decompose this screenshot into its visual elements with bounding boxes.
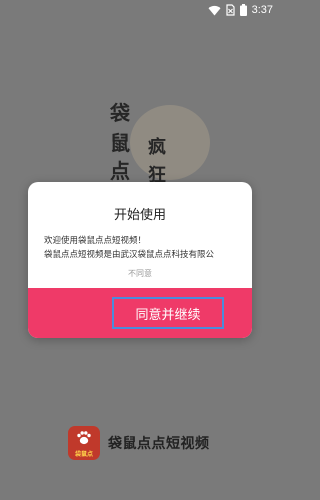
app-logo-text: 袋鼠点 — [74, 451, 93, 458]
splash-art: 袋 鼠 点 疯 狂 — [100, 95, 240, 195]
agree-continue-label: 同意并继续 — [135, 307, 201, 323]
dialog-body: 欢迎使用袋鼠点点短视频！ 袋鼠点点短视频是由武汉袋鼠点点科技有限公 — [44, 234, 244, 262]
splash-char: 点 — [110, 159, 130, 183]
status-time: 3:37 — [251, 4, 273, 16]
wifi-icon — [208, 5, 221, 16]
decline-button[interactable]: 不同意 — [28, 268, 252, 279]
dialog-body-line: 袋鼠点点短视频是由武汉袋鼠点点科技有限公 — [44, 250, 215, 260]
splash-char: 鼠 — [110, 131, 130, 155]
agree-bar[interactable]: 同意并继续 — [28, 288, 252, 338]
dialog-body-line: 欢迎使用袋鼠点点短视频！ — [44, 236, 147, 246]
agree-continue-button[interactable]: 同意并继续 — [112, 297, 224, 329]
battery-icon — [239, 4, 247, 16]
app-name: 袋鼠点点短视频 — [108, 436, 210, 452]
splash-mascot-image — [130, 105, 210, 180]
consent-dialog: 开始使用 欢迎使用袋鼠点点短视频！ 袋鼠点点短视频是由武汉袋鼠点点科技有限公 不… — [28, 182, 252, 338]
brand: 袋鼠点 袋鼠点点短视频 — [68, 426, 210, 460]
app-logo-icon: 袋鼠点 — [68, 426, 100, 460]
dialog-title: 开始使用 — [113, 208, 166, 223]
splash-char: 疯 — [148, 137, 166, 158]
splash-char: 袋 — [110, 101, 130, 125]
status-bar: 3:37 — [0, 0, 281, 20]
no-sim-icon — [225, 4, 235, 16]
